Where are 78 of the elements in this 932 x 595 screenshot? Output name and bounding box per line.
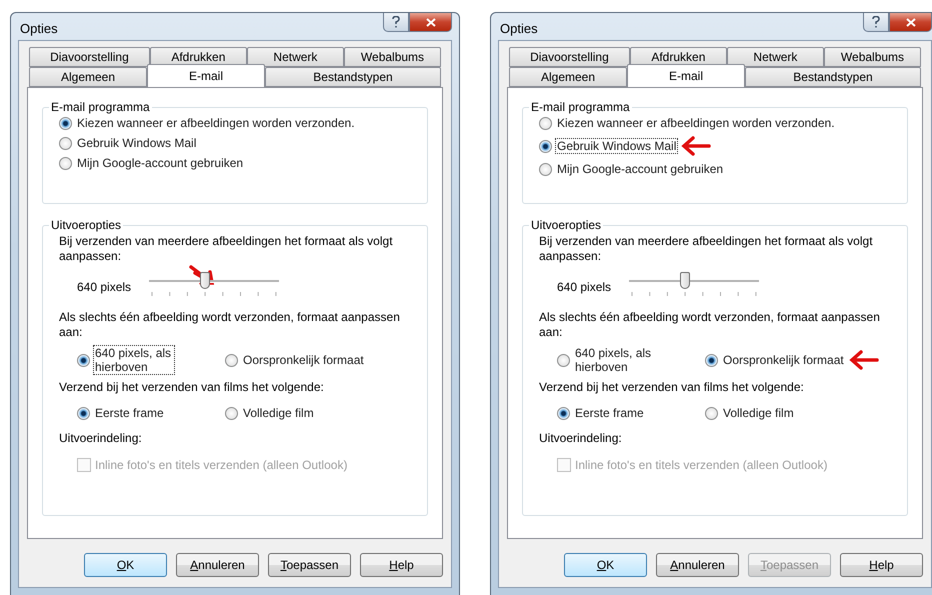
radio-label: Kiezen wanneer er afbeeldingen worden verzonden. [556,116,836,130]
checkbox-label: Inline foto's en titels verzenden (alleen Outlook) [575,458,828,472]
radio-button[interactable] [557,354,570,366]
description-text: Verzend bij het verzenden van films het volgende: [539,380,805,395]
tab[interactable]: Bestandstypen [265,67,441,87]
radio-label: Kiezen wanneer er afbeeldingen worden verzonden. [76,116,356,130]
window-title: Opties [20,21,58,36]
radio-label: Eerste frame [94,406,165,420]
tab[interactable]: Algemeen [29,67,147,87]
dialog-button[interactable]: Annuleren [176,553,259,577]
arrow-drawing [681,136,712,156]
help-icon [872,16,880,28]
radio-button[interactable] [225,354,238,366]
tab[interactable]: Diavoorstelling [509,47,630,67]
description-text: Als slechts één afbeelding wordt verzonden, formaat aanpassen aan: [59,310,401,340]
window-title: Opties [500,21,538,36]
radio-button[interactable] [539,162,552,176]
dialog-button[interactable]: Toepassen [268,553,351,577]
radio-button[interactable] [557,406,570,420]
radio-button[interactable] [77,406,90,420]
dialog-button[interactable]: Annuleren [656,553,739,577]
tab[interactable]: Netwerk [246,47,344,67]
tab[interactable]: Webalbums [344,47,442,67]
group-title: Uitvoeropties [50,218,122,232]
dialog-button[interactable]: OK [84,553,167,577]
radio-button[interactable] [77,354,90,366]
tab[interactable]: E-mail [147,64,265,87]
radio-button[interactable] [59,116,72,130]
radio-button[interactable] [59,156,72,170]
radio-label: Volledige film [722,406,795,420]
close-button[interactable] [889,13,932,32]
radio-button[interactable] [539,116,552,130]
radio-button[interactable] [705,406,718,420]
help-icon [392,16,400,28]
radio-label: Mijn Google-account gebruiken [76,156,244,170]
radio-button[interactable] [539,140,552,152]
radio-label: Mijn Google-account gebruiken [556,162,724,176]
radio-label: 640 pixels, als hierboven [574,346,652,374]
arrow-drawing [188,264,215,286]
help-button[interactable] [863,13,889,32]
radio-button[interactable] [225,406,238,420]
slider-value: 640 pixels [557,280,612,294]
tab[interactable]: Netwerk [726,47,824,67]
tab[interactable]: Diavoorstelling [29,47,150,67]
tab[interactable]: Bestandstypen [745,67,921,87]
close-icon [426,18,436,26]
description-text: Bij verzenden van meerdere afbeeldingen het formaat als volgt aanpassen: [539,234,874,264]
radio-label: Gebruik Windows Mail [76,136,198,150]
dialog-button[interactable]: OK [564,553,647,577]
group-title: E-mail programma [50,100,151,114]
radio-label: Volledige film [242,406,315,420]
help-button[interactable] [383,13,409,32]
arrow-drawing [848,350,879,370]
checkbox-label: Inline foto's en titels verzenden (alleen Outlook) [95,458,348,472]
slider-thumb[interactable] [680,272,690,289]
section-label: Uitvoerindeling: [59,431,143,446]
radio-label: Oorspronkelijk formaat [722,353,845,367]
group-title: Uitvoeropties [530,218,602,232]
slider-thumb[interactable] [200,272,210,289]
slider-value: 640 pixels [77,280,132,294]
description-text: Als slechts één afbeelding wordt verzonden, formaat aanpassen aan: [539,310,881,340]
description-text: Verzend bij het verzenden van films het volgende: [59,380,325,395]
tab[interactable]: E-mail [627,64,745,87]
close-button[interactable] [409,13,452,32]
dialog-button[interactable]: Help [360,553,443,577]
tab[interactable]: Algemeen [509,67,627,87]
group-title: E-mail programma [530,100,631,114]
radio-label: Eerste frame [574,406,645,420]
radio-label: Oorspronkelijk formaat [242,353,365,367]
radio-button[interactable] [705,354,718,366]
close-icon [906,18,916,26]
section-label: Uitvoerindeling: [539,431,623,446]
radio-label: Gebruik Windows Mail [556,139,678,153]
radio-button[interactable] [59,136,72,150]
tab[interactable]: Webalbums [824,47,922,67]
radio-label: 640 pixels, als hierboven [94,346,174,374]
description-text: Bij verzenden van meerdere afbeeldingen het formaat als volgt aanpassen: [59,234,394,264]
dialog-button[interactable]: Help [840,553,923,577]
